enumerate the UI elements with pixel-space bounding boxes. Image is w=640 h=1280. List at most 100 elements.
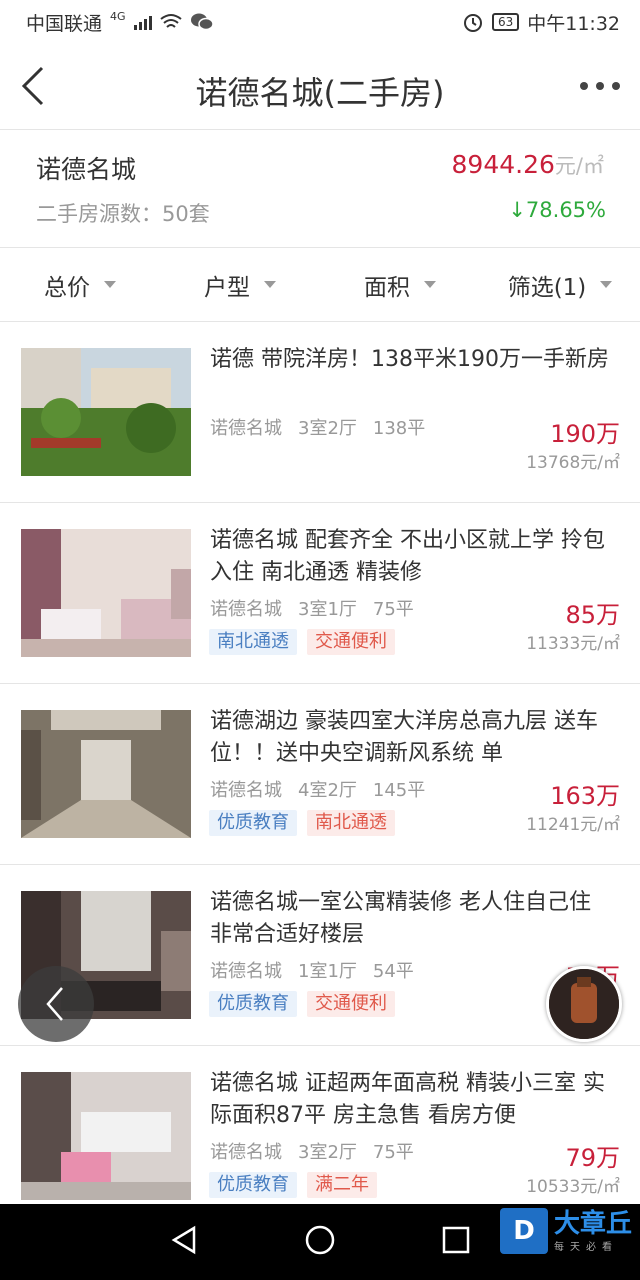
nav-back-icon[interactable] bbox=[170, 1224, 198, 1256]
nav-recents-icon[interactable] bbox=[441, 1224, 471, 1256]
filter-layout[interactable]: 户型 bbox=[160, 268, 320, 302]
listing-layout: 3室2厅 bbox=[298, 418, 357, 439]
listing-photo bbox=[21, 710, 191, 838]
listing-area: 75平 bbox=[372, 1142, 414, 1163]
listing-price: 85万 bbox=[565, 601, 620, 629]
tag-education: 优质教育 bbox=[209, 1172, 297, 1198]
tag-education: 优质教育 bbox=[209, 810, 297, 836]
average-price-value: 8944.26 bbox=[451, 150, 555, 179]
listing-community: 诺德名城 bbox=[210, 599, 282, 620]
tag-north-south: 南北通透 bbox=[307, 810, 395, 836]
wechat-icon bbox=[190, 13, 214, 31]
alarm-icon bbox=[463, 14, 482, 32]
clock: 中午11:32 bbox=[527, 12, 620, 35]
watermark-logo: D bbox=[499, 1208, 548, 1254]
listing-tags: 优质教育 满二年 bbox=[209, 1172, 377, 1198]
listing-meta: 诺德名城 3室2厅 75平 bbox=[210, 1138, 414, 1164]
listing-photo bbox=[21, 348, 191, 476]
filter-label: 总价 bbox=[44, 274, 90, 301]
listing-title: 诺德名城 证超两年面高税 精装小三室 实际面积87平 房主急售 看房方便 bbox=[210, 1071, 605, 1128]
listing-photo bbox=[21, 1072, 191, 1200]
average-price-unit: 元/㎡ bbox=[554, 154, 604, 178]
listing-layout: 4室2厅 bbox=[298, 780, 357, 801]
listing-title: 诺德 带院洋房！138平米190万一手新房 bbox=[210, 347, 609, 372]
listing-list: 诺德 带院洋房！138平米190万一手新房 诺德名城 3室2厅 138平 190… bbox=[0, 322, 640, 1227]
caret-down-icon bbox=[424, 281, 436, 288]
chevron-left-icon bbox=[46, 987, 63, 1021]
avatar bbox=[549, 969, 619, 1039]
listing-community: 诺德名城 bbox=[210, 418, 282, 439]
listing-tags: 优质教育 交通便利 bbox=[209, 991, 395, 1017]
listing-unit-price: 13768元/㎡ bbox=[526, 453, 620, 473]
tag-two-years: 满二年 bbox=[307, 1172, 377, 1198]
filter-area[interactable]: 面积 bbox=[320, 268, 480, 302]
filter-label: 面积 bbox=[364, 274, 410, 301]
watermark: D 大章丘 每天必看 bbox=[499, 1208, 632, 1254]
listing-price: 190万 bbox=[550, 420, 620, 448]
watermark-name: 大章丘 bbox=[553, 1208, 632, 1239]
tag-transport: 交通便利 bbox=[307, 629, 395, 655]
system-nav-bar: D 大章丘 每天必看 bbox=[0, 1204, 640, 1280]
tag-education: 优质教育 bbox=[209, 991, 297, 1017]
listing-title: 诺德名城 配套齐全 不出小区就上学 拎包入住 南北通透 精装修 bbox=[210, 528, 605, 585]
more-dot bbox=[596, 82, 604, 90]
community-name: 诺德名城 bbox=[36, 155, 137, 184]
more-dot bbox=[580, 82, 588, 90]
floating-back-button[interactable] bbox=[18, 966, 94, 1042]
community-summary: 诺德名城 二手房源数：50套 8944.26元/㎡ ↓78.65% bbox=[0, 130, 640, 248]
wifi-icon bbox=[159, 14, 182, 28]
tag-north-south: 南北通透 bbox=[209, 629, 297, 655]
listing-item[interactable]: 诺德名城 证超两年面高税 精装小三室 实际面积87平 房主急售 看房方便 诺德名… bbox=[0, 1046, 640, 1227]
listing-meta: 诺德名城 4室2厅 145平 bbox=[210, 776, 425, 802]
filter-total-price[interactable]: 总价 bbox=[0, 268, 160, 302]
listing-tags: 南北通透 交通便利 bbox=[209, 629, 395, 655]
listing-area: 138平 bbox=[372, 418, 426, 439]
listing-item[interactable]: 诺德湖边 豪装四室大洋房总高九层 送车位！！送中央空调新风系统 单 诺德名城 4… bbox=[0, 684, 640, 865]
listing-layout: 3室1厅 bbox=[298, 599, 357, 620]
floating-avatar-button[interactable] bbox=[546, 966, 622, 1042]
listing-title: 诺德湖边 豪装四室大洋房总高九层 送车位！！送中央空调新风系统 单 bbox=[210, 709, 598, 766]
listing-community: 诺德名城 bbox=[210, 1142, 282, 1163]
listing-community: 诺德名城 bbox=[210, 961, 282, 982]
listing-price: 79万 bbox=[565, 1144, 620, 1172]
tag-transport: 交通便利 bbox=[307, 991, 395, 1017]
listing-area: 145平 bbox=[372, 780, 426, 801]
page-title: 诺德名城(二手房) bbox=[195, 74, 445, 112]
network-label: 4G bbox=[110, 9, 126, 23]
listing-item[interactable]: 诺德名城 配套齐全 不出小区就上学 拎包入住 南北通透 精装修 诺德名城 3室1… bbox=[0, 503, 640, 684]
average-price: 8944.26元/㎡ bbox=[452, 150, 604, 180]
listing-item[interactable]: 诺德名城一室公寓精装修 老人住自己住 非常合适好楼层 诺德名城 1室1厅 54平… bbox=[0, 865, 640, 1046]
listing-meta: 诺德名城 1室1厅 54平 bbox=[210, 957, 414, 983]
listing-item[interactable]: 诺德 带院洋房！138平米190万一手新房 诺德名城 3室2厅 138平 190… bbox=[0, 322, 640, 503]
listing-area: 54平 bbox=[372, 961, 414, 982]
caret-down-icon bbox=[104, 281, 116, 288]
nav-bar: 诺德名城(二手房) bbox=[0, 44, 640, 130]
listing-tags: 优质教育 南北通透 bbox=[209, 810, 395, 836]
listing-community: 诺德名城 bbox=[210, 780, 282, 801]
battery-indicator: 63 bbox=[491, 13, 520, 31]
signal-icon bbox=[133, 14, 152, 30]
listing-photo bbox=[21, 529, 191, 657]
caret-down-icon bbox=[600, 281, 613, 288]
listing-price: 163万 bbox=[550, 782, 620, 810]
listing-layout: 3室2厅 bbox=[298, 1142, 357, 1163]
listing-title: 诺德名城一室公寓精装修 老人住自己住 非常合适好楼层 bbox=[210, 890, 591, 947]
filter-more[interactable]: 筛选(1) bbox=[480, 268, 640, 302]
listing-unit-price: 11241元/㎡ bbox=[526, 815, 620, 835]
caret-down-icon bbox=[264, 281, 276, 288]
listing-meta: 诺德名城 3室1厅 75平 bbox=[210, 595, 414, 621]
more-menu-button[interactable] bbox=[580, 82, 620, 90]
listing-unit-price: 10533元/㎡ bbox=[526, 1177, 620, 1197]
nav-home-icon[interactable] bbox=[304, 1224, 336, 1256]
watermark-slogan: 每天必看 bbox=[553, 1241, 618, 1253]
filter-label: 户型 bbox=[204, 274, 250, 301]
listing-area: 75平 bbox=[372, 599, 414, 620]
listing-unit-price: 11333元/㎡ bbox=[526, 634, 620, 654]
carrier-label: 中国联通 bbox=[26, 12, 103, 35]
listing-count: 二手房源数：50套 bbox=[36, 202, 210, 226]
filter-bar: 总价 户型 面积 筛选(1) bbox=[0, 248, 640, 322]
status-bar: 中国联通 4G 63 中午11:32 bbox=[0, 0, 640, 44]
filter-label: 筛选(1) bbox=[507, 274, 587, 301]
listing-meta: 诺德名城 3室2厅 138平 bbox=[210, 414, 425, 440]
more-dot bbox=[612, 82, 620, 90]
